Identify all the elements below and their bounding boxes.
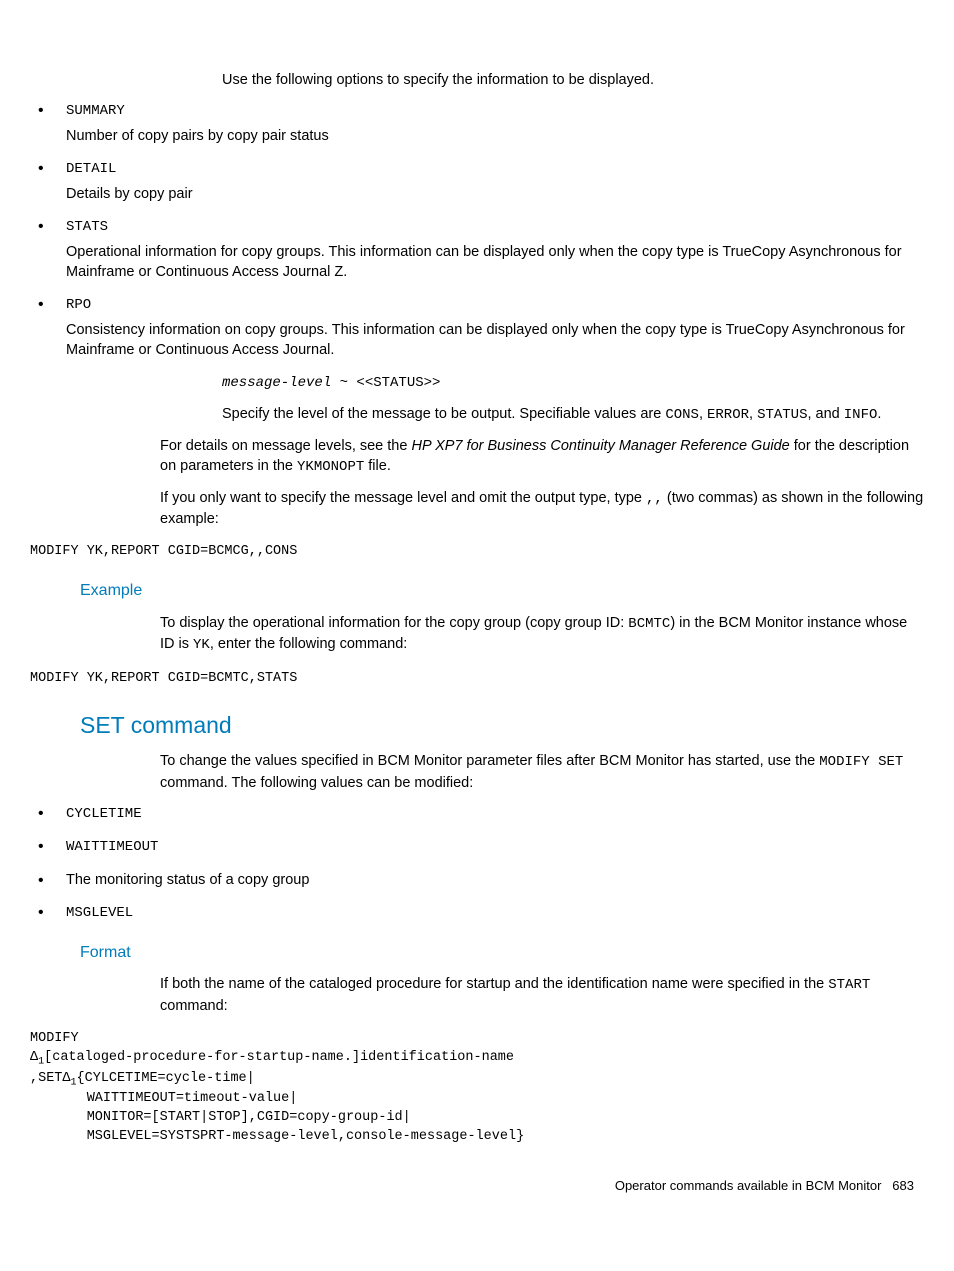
- details-paragraph: For details on message levels, see the H…: [160, 436, 924, 478]
- list-item: MSGLEVEL: [30, 902, 924, 924]
- only-paragraph: If you only want to specify the message …: [160, 488, 924, 530]
- list-item: CYCLETIME: [30, 803, 924, 825]
- code-example-2: MODIFY YK,REPORT CGID=BCMTC,STATS: [30, 670, 924, 689]
- list-item: The monitoring status of a copy group: [30, 870, 924, 890]
- example-paragraph: To display the operational information f…: [160, 613, 924, 656]
- example-heading: Example: [80, 580, 924, 602]
- option-label: SUMMARY: [66, 103, 125, 119]
- set-command-paragraph: To change the values specified in BCM Mo…: [160, 751, 924, 793]
- set-command-heading: SET command: [80, 709, 924, 741]
- list-item: STATS Operational information for copy g…: [30, 216, 924, 282]
- intro-paragraph: Use the following options to specify the…: [222, 70, 924, 90]
- option-label: DETAIL: [66, 161, 116, 177]
- option-label: RPO: [66, 297, 91, 313]
- set-items-list: CYCLETIME WAITTIMEOUT The monitoring sta…: [30, 803, 924, 924]
- format-paragraph: If both the name of the cataloged proced…: [160, 974, 924, 1016]
- list-item: WAITTIMEOUT: [30, 836, 924, 858]
- page-footer: Operator commands available in BCM Monit…: [30, 1177, 924, 1195]
- option-desc: Consistency information on copy groups. …: [66, 320, 924, 361]
- options-list: SUMMARY Number of copy pairs by copy pai…: [30, 100, 924, 360]
- code-example-1: MODIFY YK,REPORT CGID=BCMCG,,CONS: [30, 543, 924, 562]
- message-level-desc: Specify the level of the message to be o…: [222, 404, 924, 426]
- option-desc: Number of copy pairs by copy pair status: [66, 126, 924, 146]
- list-item: RPO Consistency information on copy grou…: [30, 294, 924, 360]
- option-desc: Details by copy pair: [66, 184, 924, 204]
- format-heading: Format: [80, 942, 924, 964]
- code-example-3: MODIFY Δ1[cataloged-procedure-for-startu…: [30, 1030, 924, 1147]
- option-desc: Operational information for copy groups.…: [66, 242, 924, 283]
- option-label: STATS: [66, 219, 108, 235]
- list-item: DETAIL Details by copy pair: [30, 158, 924, 204]
- list-item: SUMMARY Number of copy pairs by copy pai…: [30, 100, 924, 146]
- message-level-signature: message-level ~ <<STATUS>>: [222, 372, 924, 394]
